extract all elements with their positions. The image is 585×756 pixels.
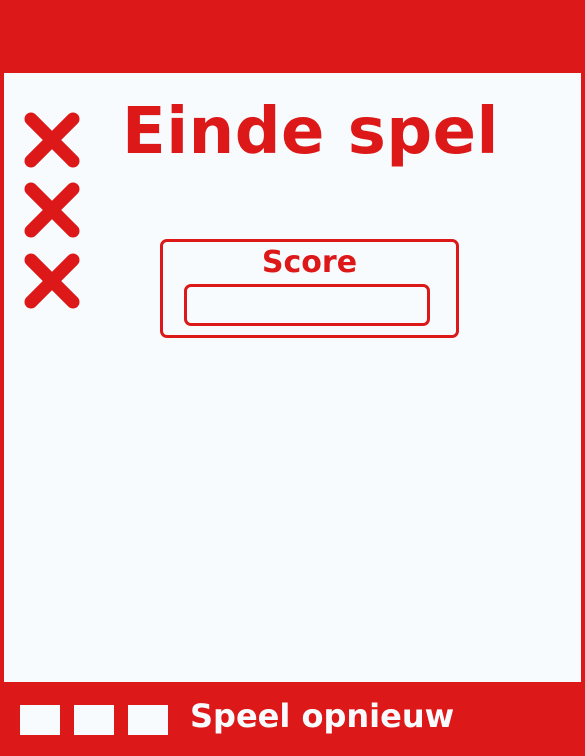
score-label: Score [261, 245, 358, 280]
restart-button[interactable]: Speel opnieuw [190, 697, 454, 735]
cross-icon [23, 111, 81, 169]
game-screen: Einde spel Score Speel opnieuw [0, 0, 585, 756]
square-icon [128, 705, 168, 735]
cross-icon [23, 181, 81, 239]
score-panel: Score [160, 239, 459, 338]
score-field [184, 284, 430, 326]
square-icon [20, 705, 60, 735]
square-icon [74, 705, 114, 735]
cross-icon [23, 252, 81, 310]
game-over-title: Einde spel [122, 95, 499, 169]
